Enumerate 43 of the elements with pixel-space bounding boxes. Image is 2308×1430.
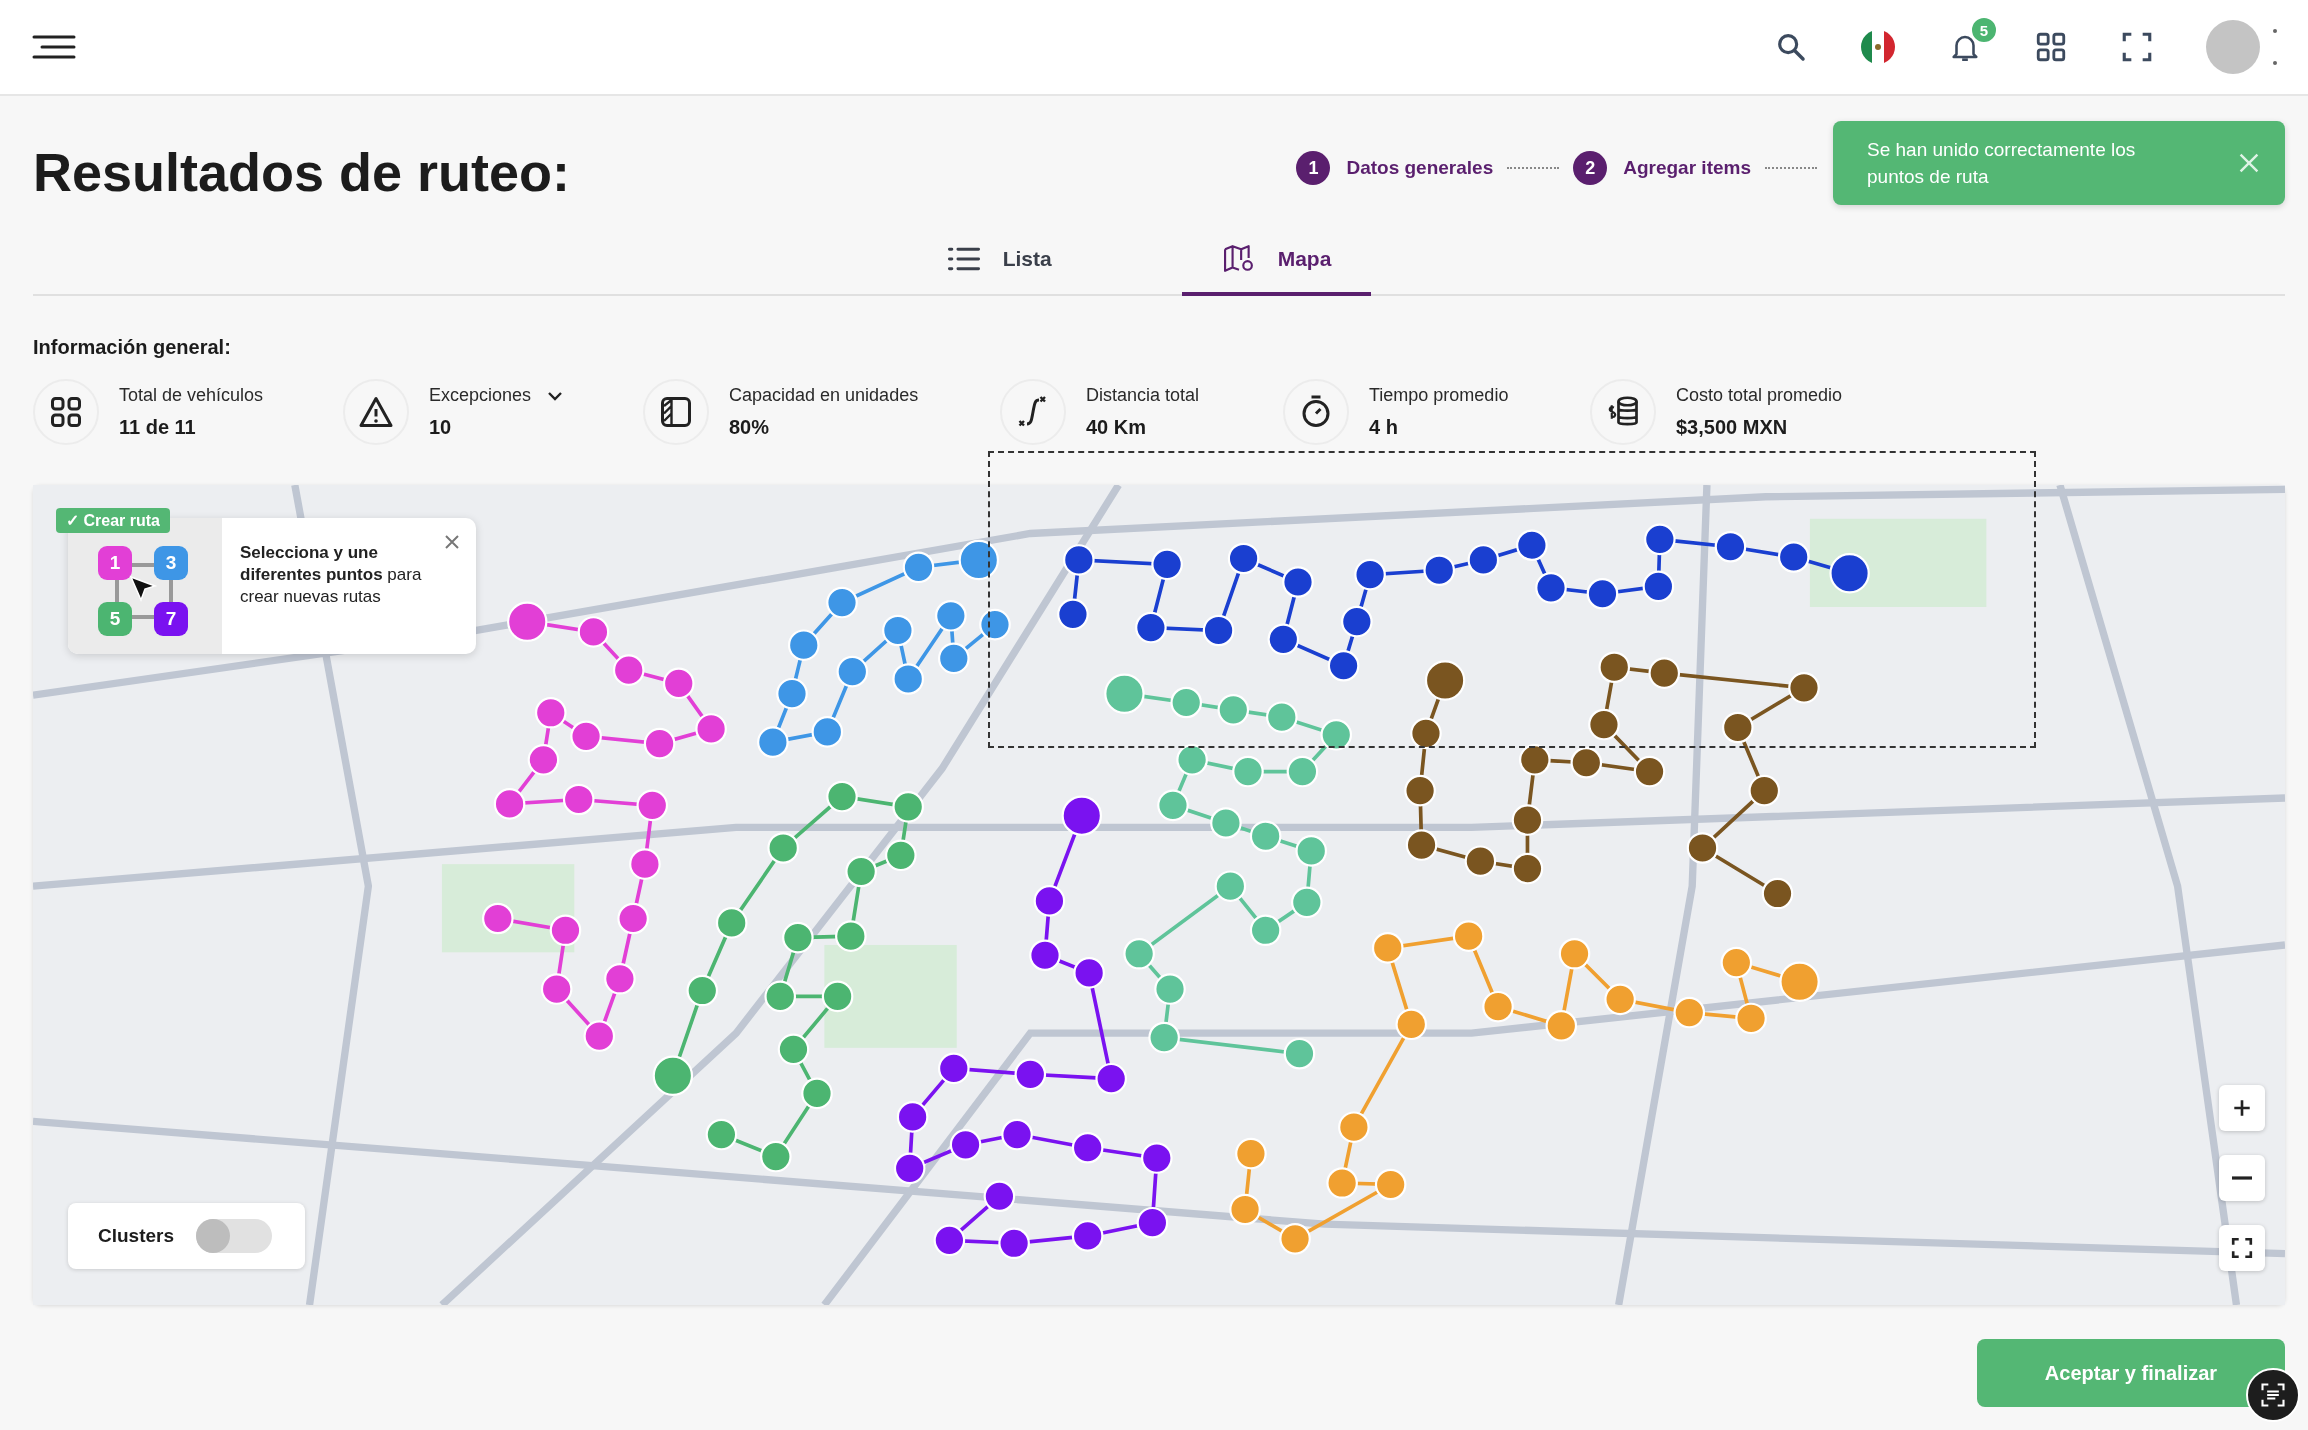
stat-value: 11 de 11	[119, 416, 197, 439]
apps-grid-icon[interactable]	[2034, 30, 2068, 64]
section-heading: Información general:	[33, 336, 232, 359]
view-tab[interactable]: Lista	[906, 244, 1092, 296]
stat-value: 40 Km	[1086, 416, 1148, 439]
clusters-toggle[interactable]	[196, 1219, 273, 1253]
stat-label: Total de vehículos	[119, 385, 264, 406]
stat-value: 80%	[729, 416, 771, 439]
flag-icon[interactable]	[1860, 29, 1896, 65]
stat-label: Excepciones	[429, 385, 532, 406]
map-icon	[1221, 244, 1256, 274]
zoom-in-button[interactable]	[2219, 1085, 2265, 1131]
expand-icon	[2231, 1237, 2253, 1259]
plus-icon	[2231, 1097, 2253, 1119]
route-point-marker: 7	[154, 602, 188, 636]
route-point-marker: 3	[154, 546, 188, 580]
stat-value: $3,500 MXN	[1676, 416, 1789, 439]
clusters-label: Clusters	[98, 1225, 175, 1247]
route-point-marker: 5	[98, 602, 132, 636]
cursor-icon	[128, 574, 158, 604]
stat-value: 4 h	[1369, 416, 1399, 439]
stat-label: Distancia total	[1086, 385, 1200, 406]
route-map-drawing[interactable]	[33, 485, 2285, 1305]
stat-label: Capacidad en unidades	[729, 385, 919, 406]
menu-icon[interactable]	[32, 34, 76, 60]
page-title: Resultados de ruteo:	[33, 141, 571, 203]
scan-icon	[2259, 1381, 2287, 1409]
zoom-out-button[interactable]	[2219, 1155, 2265, 1201]
stat-label: Costo total promedio	[1676, 385, 1843, 406]
more-icon[interactable]	[2272, 27, 2278, 67]
stepper-step[interactable]: 2 Agregar items	[1573, 151, 1751, 185]
stepper-step[interactable]: 1 Datos generales	[1296, 151, 1494, 185]
fullscreen-button[interactable]	[2219, 1225, 2265, 1271]
chevron-down-icon[interactable]	[547, 390, 564, 401]
minus-icon	[2232, 1176, 2252, 1180]
view-tab[interactable]: Mapa	[1181, 244, 1372, 296]
tutorial-text: Selecciona y une diferentes puntos para crear nuevas rutas	[240, 542, 423, 608]
stat-label: Tiempo promedio	[1369, 385, 1509, 406]
notification-badge: 5	[1970, 16, 1998, 44]
fullscreen-icon[interactable]	[2120, 30, 2154, 64]
stat-value: 10	[429, 416, 453, 439]
route-point-marker: 1	[98, 546, 132, 580]
toast-message: Se han unido correctamente los puntos de ruta	[1867, 138, 2137, 189]
